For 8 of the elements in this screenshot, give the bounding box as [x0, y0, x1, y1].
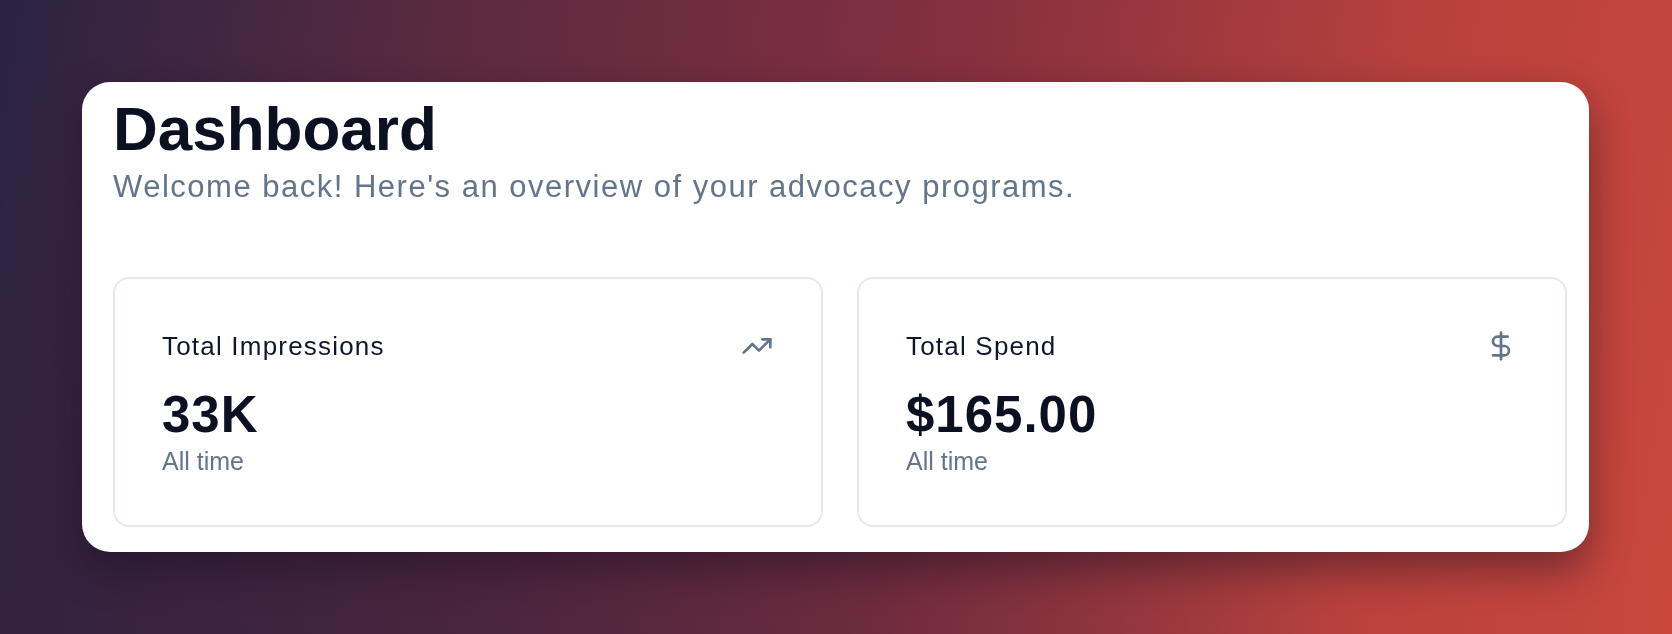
stat-value: $165.00: [906, 385, 1098, 445]
stat-label: Total Spend: [906, 330, 1057, 363]
stat-caption: All time: [162, 446, 244, 476]
stat-caption: All time: [906, 446, 988, 476]
page-title: Dashboard: [113, 94, 437, 164]
stat-value: 33K: [162, 385, 259, 445]
stat-label: Total Impressions: [162, 330, 385, 363]
page-subtitle: Welcome back! Here's an overview of your advocacy programs.: [113, 168, 1076, 206]
